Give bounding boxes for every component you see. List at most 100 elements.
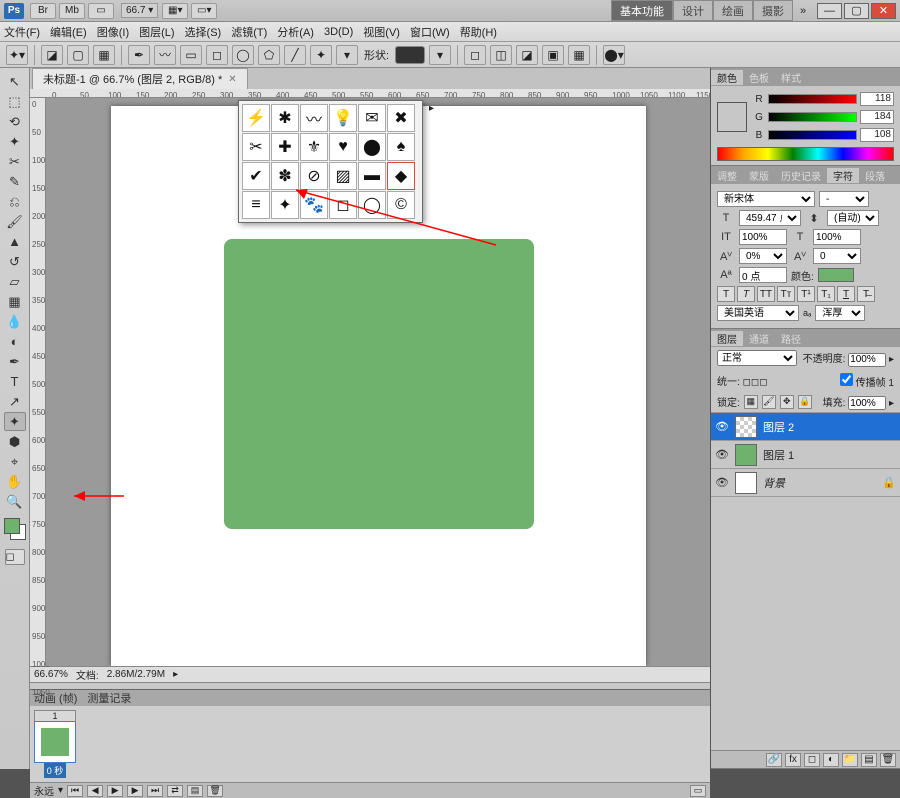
shape-layers-mode[interactable]: ◪: [41, 45, 63, 65]
menu-window[interactable]: 窗口(W): [410, 24, 450, 40]
shape-preset-cell[interactable]: ⚜: [300, 133, 328, 161]
tab-measurement-log[interactable]: 测量记录: [87, 690, 131, 706]
lock-all-icon[interactable]: 🔒: [798, 395, 812, 409]
vert-scale-input[interactable]: [739, 229, 787, 245]
workspace-more[interactable]: »: [793, 0, 813, 21]
path-combine-intersect[interactable]: ▣: [542, 45, 564, 65]
layer-name[interactable]: 图层 1: [763, 447, 794, 463]
shape-preset-cell[interactable]: 〰: [300, 104, 328, 132]
menu-3d[interactable]: 3D(D): [324, 26, 353, 38]
layer-thumbnail[interactable]: [735, 416, 757, 438]
move-tool[interactable]: ↖: [4, 72, 26, 91]
superscript-button[interactable]: T¹: [797, 286, 815, 302]
adjustment-layer-button[interactable]: ◐: [823, 753, 839, 767]
minimize-button[interactable]: —: [817, 3, 842, 19]
loop-selector[interactable]: 永远: [34, 783, 54, 798]
shape-preset-cell[interactable]: ✂: [242, 133, 270, 161]
view-extra-button[interactable]: ▦▾: [162, 3, 188, 19]
b-value[interactable]: 108: [860, 128, 894, 142]
font-family-select[interactable]: 新宋体: [717, 191, 815, 207]
layer-name[interactable]: 图层 2: [763, 419, 794, 435]
tracking-input[interactable]: 0: [813, 248, 861, 264]
leading-input[interactable]: (自动): [827, 210, 879, 226]
hand-tool[interactable]: ✋: [4, 472, 26, 491]
color-preview-swatch[interactable]: [717, 102, 747, 132]
quick-mask-button[interactable]: ◻: [5, 549, 25, 565]
pen-tool[interactable]: ✒: [4, 352, 26, 371]
tab-swatches[interactable]: 色板: [743, 70, 775, 85]
close-icon[interactable]: ✕: [228, 74, 236, 85]
tab-layers[interactable]: 图层: [711, 331, 743, 346]
new-layer-button[interactable]: ▤: [861, 753, 877, 767]
screen-mode-button[interactable]: ▭: [88, 3, 114, 19]
tab-styles[interactable]: 样式: [775, 70, 807, 85]
layer-row[interactable]: 👁 背景 🔒: [711, 469, 900, 497]
status-zoom[interactable]: 66.67%: [34, 669, 68, 680]
custom-shape-tool[interactable]: ✦: [4, 412, 26, 431]
all-caps-button[interactable]: TT: [757, 286, 775, 302]
document-tab[interactable]: 未标题-1 @ 66.7% (图层 2, RGB/8) * ✕: [32, 68, 248, 89]
line-icon[interactable]: ╱: [284, 45, 306, 65]
status-arrow-icon[interactable]: ▸: [173, 669, 178, 680]
path-combine-sub[interactable]: ◪: [516, 45, 538, 65]
font-style-select[interactable]: -: [819, 191, 869, 207]
pen-tool-icon[interactable]: ✒: [128, 45, 150, 65]
g-value[interactable]: 184: [860, 110, 894, 124]
text-color-swatch[interactable]: [818, 268, 854, 282]
underline-button[interactable]: T: [837, 286, 855, 302]
foreground-color-swatch[interactable]: [4, 518, 20, 534]
crop-tool[interactable]: ✂: [4, 152, 26, 171]
shape-preset-picker[interactable]: [395, 46, 425, 64]
tool-preset-picker[interactable]: ✦▾: [6, 45, 28, 65]
tab-color[interactable]: 颜色: [711, 70, 743, 85]
workspace-tab-photography[interactable]: 摄影: [753, 0, 793, 21]
workspace-tab-painting[interactable]: 绘画: [713, 0, 753, 21]
eyedropper-tool[interactable]: ✎: [4, 172, 26, 191]
visibility-toggle[interactable]: 👁: [715, 448, 729, 461]
layer-style-button[interactable]: fx: [785, 753, 801, 767]
path-combine-add[interactable]: ◫: [490, 45, 512, 65]
faux-bold-button[interactable]: T: [717, 286, 735, 302]
polygon-icon[interactable]: ⬠: [258, 45, 280, 65]
kerning-input[interactable]: 0%: [739, 248, 787, 264]
workspace-tab-essentials[interactable]: 基本功能: [611, 0, 673, 21]
horizontal-scrollbar[interactable]: [30, 682, 710, 690]
menu-image[interactable]: 图像(I): [97, 24, 129, 40]
geometry-options[interactable]: ▾: [336, 45, 358, 65]
frame-duration[interactable]: 0 秒: [44, 763, 67, 778]
visibility-toggle[interactable]: 👁: [715, 420, 729, 433]
strikethrough-button[interactable]: T̶: [857, 286, 875, 302]
healing-brush-tool[interactable]: ⎌: [4, 192, 26, 211]
fill-pixels-mode[interactable]: ▦: [93, 45, 115, 65]
language-select[interactable]: 美国英语: [717, 305, 799, 321]
shape-preset-cell[interactable]: ♠: [387, 133, 415, 161]
paths-mode[interactable]: ▢: [67, 45, 89, 65]
minibridge-button[interactable]: Mb: [59, 3, 85, 19]
link-layers-button[interactable]: 🔗: [766, 753, 782, 767]
path-combine-new[interactable]: ◻: [464, 45, 486, 65]
fill-input[interactable]: [848, 396, 886, 410]
menu-analysis[interactable]: 分析(A): [277, 24, 314, 40]
tab-paragraph[interactable]: 段落: [859, 168, 891, 183]
menu-view[interactable]: 视图(V): [363, 24, 400, 40]
brush-tool[interactable]: 🖌: [4, 212, 26, 231]
delete-layer-button[interactable]: 🗑: [880, 753, 896, 767]
freeform-pen-icon[interactable]: 〰: [154, 45, 176, 65]
layer-row[interactable]: 👁 图层 1: [711, 441, 900, 469]
lock-position-icon[interactable]: ✥: [780, 395, 794, 409]
ellipse-icon[interactable]: ◯: [232, 45, 254, 65]
group-button[interactable]: 📁: [842, 753, 858, 767]
layer-name[interactable]: 背景: [763, 475, 785, 491]
color-ramp[interactable]: [717, 147, 894, 161]
tab-character[interactable]: 字符: [827, 168, 859, 183]
unify-style-icon[interactable]: ◻: [759, 377, 767, 388]
shape-preset-cell[interactable]: 💡: [329, 104, 357, 132]
gradient-tool[interactable]: ▦: [4, 292, 26, 311]
lock-pixels-icon[interactable]: 🖌: [762, 395, 776, 409]
workspace-tab-design[interactable]: 设计: [673, 0, 713, 21]
shape-preset-cell[interactable]: ♥: [329, 133, 357, 161]
shape-preset-cell[interactable]: ✱: [271, 104, 299, 132]
canvas-viewport[interactable]: ⚡✱〰💡✉✖✂✚⚜♥⬤♠✔✽⊘▨▬◆≡✦🐾◻◯© ▸: [46, 98, 710, 666]
close-button[interactable]: ✕: [871, 3, 896, 19]
menu-select[interactable]: 选择(S): [185, 24, 222, 40]
